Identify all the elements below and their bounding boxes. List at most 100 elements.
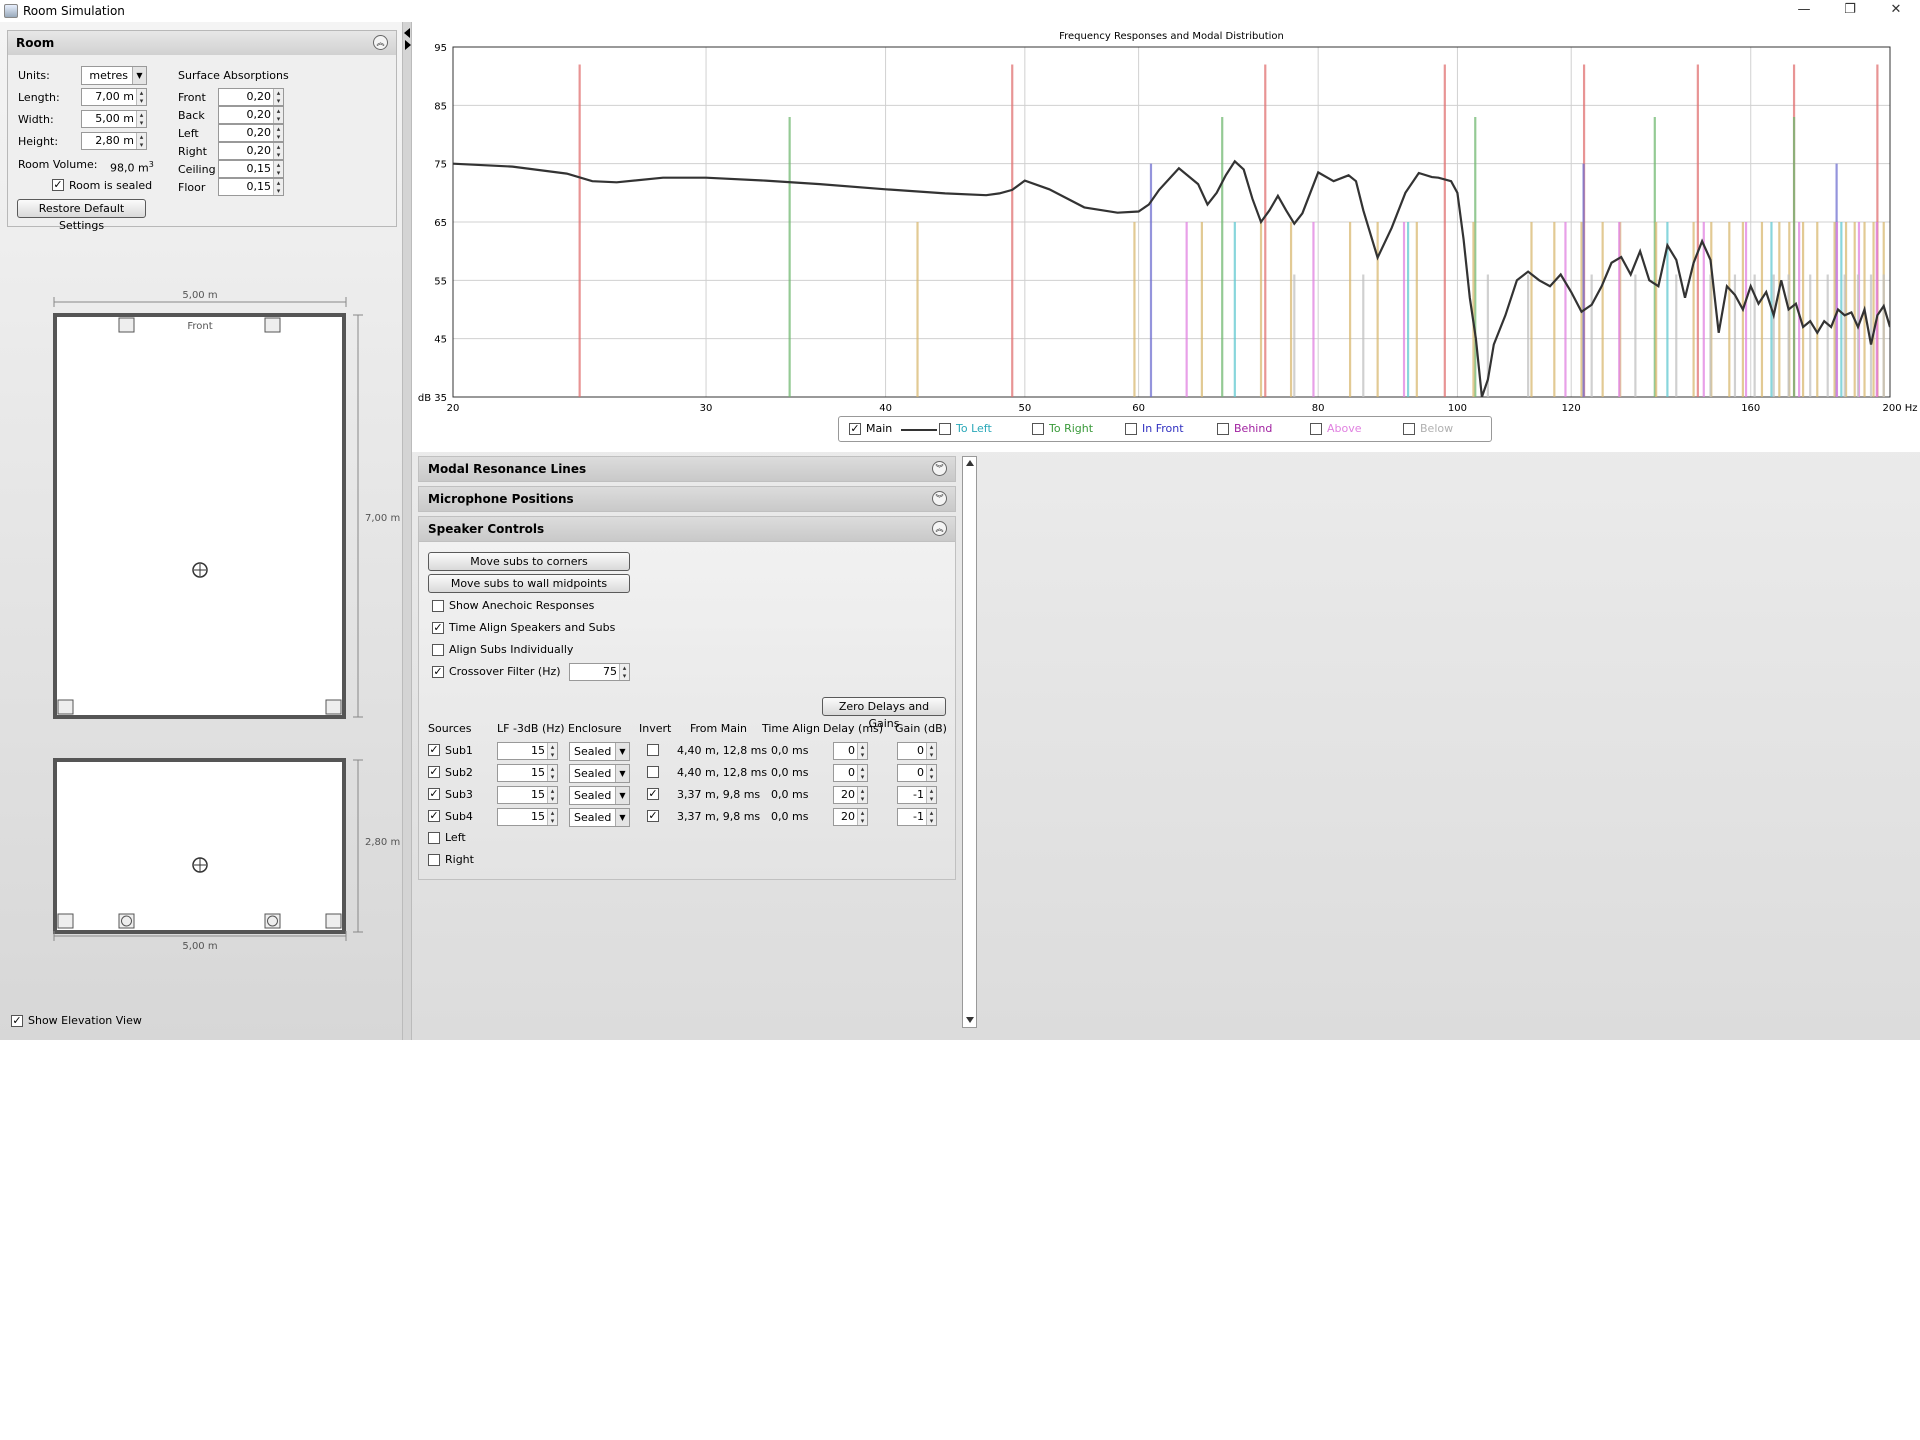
- room-panel-header[interactable]: Room: [8, 31, 396, 55]
- legend-checkbox-2[interactable]: [1032, 423, 1044, 435]
- lf-3db-spinner[interactable]: 15: [497, 764, 558, 782]
- elevation-sub-right[interactable]: [325, 913, 342, 929]
- invert-checkbox[interactable]: [647, 766, 659, 778]
- lf-3db-spinner[interactable]: 15: [497, 742, 558, 760]
- dropdown-arrow-icon[interactable]: ▼: [615, 765, 629, 782]
- zero-delays-gains-button[interactable]: Zero Delays and Gains: [822, 697, 946, 730]
- section-speaker-controls[interactable]: Speaker Controls: [418, 516, 956, 542]
- align-subs-checkbox[interactable]: [432, 644, 444, 656]
- main-speaker-right[interactable]: [264, 317, 281, 333]
- legend-main-line-swatch: [901, 429, 937, 431]
- close-button[interactable]: ✕: [1873, 0, 1919, 22]
- delay-spinner[interactable]: 20: [833, 808, 868, 826]
- restore-button[interactable]: ❐: [1827, 0, 1873, 22]
- gain-spinner[interactable]: 0: [897, 742, 937, 760]
- section-microphone-positions[interactable]: Microphone Positions: [418, 486, 956, 512]
- restore-default-settings-button[interactable]: Restore Default Settings: [17, 199, 146, 232]
- expand-down-icon[interactable]: ︾: [932, 491, 947, 506]
- elevation-sub-left[interactable]: [57, 913, 74, 929]
- enclosure-value: Sealed: [574, 789, 612, 802]
- room-elevation-view[interactable]: 2,80 m 5,00 m: [40, 750, 410, 950]
- move-subs-midpoints-button[interactable]: Move subs to wall midpoints: [428, 574, 630, 593]
- absorption-spinner-4[interactable]: 0,15: [218, 160, 284, 178]
- legend-checkbox-3[interactable]: [1125, 423, 1137, 435]
- move-subs-corners-button[interactable]: Move subs to corners: [428, 552, 630, 571]
- time-align-value: 0,0 ms: [771, 766, 809, 779]
- delay-spinner[interactable]: 0: [833, 742, 868, 760]
- invert-checkbox[interactable]: ✓: [647, 788, 659, 800]
- legend-checkbox-1[interactable]: [939, 423, 951, 435]
- enclosure-select[interactable]: Sealed ▼: [569, 742, 630, 761]
- source-checkbox-sub1[interactable]: ✓: [428, 744, 440, 756]
- sub-speaker-rear-left[interactable]: [57, 699, 74, 715]
- delay-spinner[interactable]: 20: [833, 786, 868, 804]
- enclosure-select[interactable]: Sealed ▼: [569, 786, 630, 805]
- splitter-arrow-icon[interactable]: [404, 28, 410, 38]
- minimize-button[interactable]: —: [1781, 0, 1827, 22]
- main-speaker-left[interactable]: [118, 317, 135, 333]
- enclosure-select[interactable]: Sealed ▼: [569, 764, 630, 783]
- elevation-microphone-icon[interactable]: [192, 857, 208, 873]
- section-modal-resonance-lines[interactable]: Modal Resonance Lines: [418, 456, 956, 482]
- legend-checkbox-5[interactable]: [1310, 423, 1322, 435]
- enclosure-select[interactable]: Sealed ▼: [569, 808, 630, 827]
- source-checkbox-left[interactable]: [428, 832, 440, 844]
- absorption-spinner-2[interactable]: 0,20: [218, 124, 284, 142]
- elevation-main-speaker-left[interactable]: [118, 913, 135, 929]
- dropdown-arrow-icon[interactable]: ▼: [615, 743, 629, 760]
- elevation-outline: [53, 758, 346, 934]
- scroll-down-icon[interactable]: [966, 1017, 974, 1023]
- source-checkbox-sub4[interactable]: ✓: [428, 810, 440, 822]
- absorption-spinner-1[interactable]: 0,20: [218, 106, 284, 124]
- delay-spinner[interactable]: 0: [833, 764, 868, 782]
- crossover-label: Crossover Filter (Hz): [449, 665, 561, 678]
- scroll-up-icon[interactable]: [966, 460, 974, 466]
- dropdown-arrow-icon[interactable]: ▼: [615, 809, 629, 826]
- source-checkbox-sub2[interactable]: ✓: [428, 766, 440, 778]
- absorption-spinner-3[interactable]: 0,20: [218, 142, 284, 160]
- anechoic-label: Show Anechoic Responses: [449, 599, 595, 612]
- room-panel: Room ︽ Units: metres ▼ Length: 7,00 m Wid…: [7, 30, 397, 232]
- legend-checkbox-4[interactable]: [1217, 423, 1229, 435]
- height-spinner[interactable]: 2,80 m: [81, 132, 147, 150]
- source-checkbox-sub3[interactable]: ✓: [428, 788, 440, 800]
- chart-legend: ✓ Main To Left To Right In Front Behind Above B…: [838, 416, 1492, 442]
- microphone-position-icon[interactable]: [192, 562, 208, 578]
- x-tick-label: 50: [1018, 403, 1031, 414]
- width-spinner[interactable]: 5,00 m: [81, 110, 147, 128]
- column-header-2: Enclosure: [568, 722, 622, 735]
- crossover-spinner[interactable]: 75: [569, 663, 630, 681]
- invert-checkbox[interactable]: ✓: [647, 810, 659, 822]
- anechoic-checkbox[interactable]: [432, 600, 444, 612]
- vertical-scrollbar[interactable]: [962, 456, 977, 1028]
- legend-checkbox-0[interactable]: ✓: [849, 423, 861, 435]
- lf-3db-spinner[interactable]: 15: [497, 808, 558, 826]
- length-spinner[interactable]: 7,00 m: [81, 88, 147, 106]
- collapse-up-icon[interactable]: ︽: [373, 35, 388, 50]
- x-tick-label: 200 Hz: [1882, 403, 1917, 414]
- gain-spinner[interactable]: 0: [897, 764, 937, 782]
- legend-checkbox-6[interactable]: [1403, 423, 1415, 435]
- absorption-spinner-5[interactable]: 0,15: [218, 178, 284, 196]
- source-checkbox-right[interactable]: [428, 854, 440, 866]
- lf-3db-spinner[interactable]: 15: [497, 786, 558, 804]
- collapse-up-icon[interactable]: ︽: [932, 521, 947, 536]
- show-elevation-checkbox[interactable]: ✓: [11, 1015, 23, 1027]
- absorption-spinner-0[interactable]: 0,20: [218, 88, 284, 106]
- crossover-checkbox[interactable]: ✓: [432, 666, 444, 678]
- dropdown-arrow-icon[interactable]: ▼: [615, 787, 629, 804]
- invert-checkbox[interactable]: [647, 744, 659, 756]
- gain-spinner[interactable]: -1: [897, 786, 937, 804]
- gain-spinner[interactable]: -1: [897, 808, 937, 826]
- sub-speaker-rear-right[interactable]: [325, 699, 342, 715]
- elevation-main-speaker-right[interactable]: [264, 913, 281, 929]
- dropdown-arrow-icon[interactable]: ▼: [132, 67, 146, 84]
- room-plan-view[interactable]: 5,00 m 7,00 m Front: [40, 285, 410, 725]
- units-select[interactable]: metres ▼: [81, 66, 147, 85]
- expand-down-icon[interactable]: ︾: [932, 461, 947, 476]
- legend-label-3: In Front: [1142, 422, 1184, 435]
- room-sealed-checkbox[interactable]: ✓: [52, 179, 64, 191]
- splitter-arrow-icon[interactable]: [405, 40, 411, 50]
- y-tick-label: 85: [434, 101, 447, 112]
- time-align-checkbox[interactable]: ✓: [432, 622, 444, 634]
